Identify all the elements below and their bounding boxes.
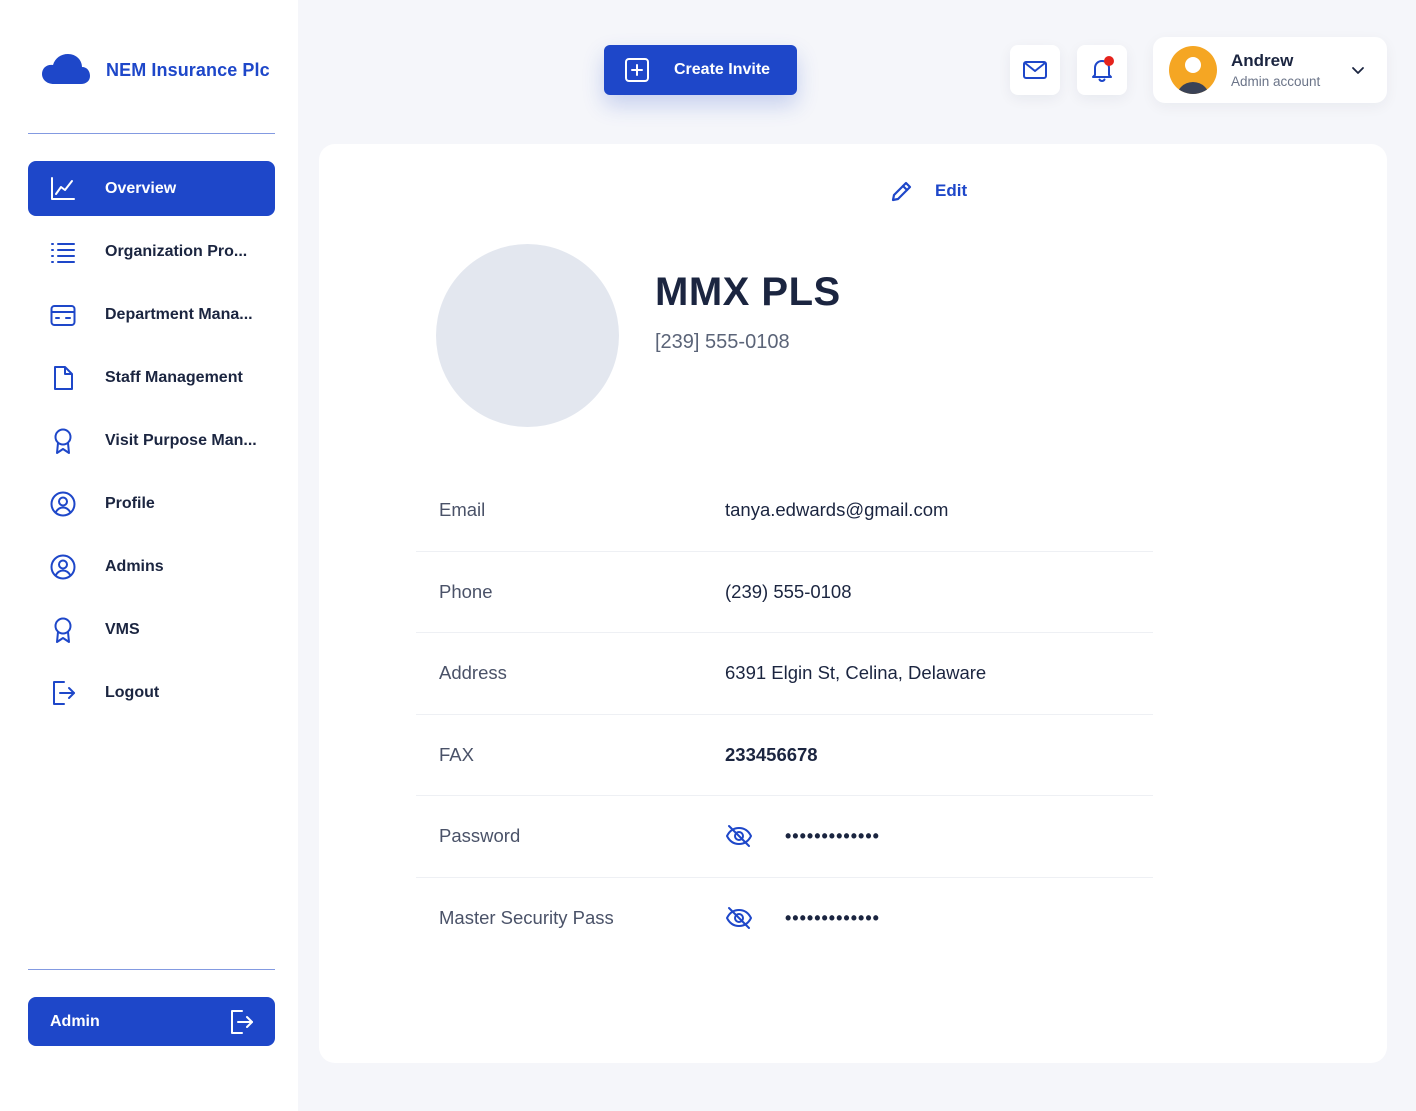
account-role: Admin account (1231, 74, 1321, 89)
masked-dots: ••••••••••••• (785, 825, 880, 846)
details-list: Email tanya.edwards@gmail.com Phone (239… (416, 470, 1153, 959)
sidebar-item-admins[interactable]: Admins (28, 539, 275, 594)
sidebar-item-overview[interactable]: Overview (28, 161, 275, 216)
sidebar-item-organization[interactable]: Organization Pro... (28, 224, 275, 279)
create-invite-label: Create Invite (674, 61, 771, 78)
sidebar-nav: Overview Organization Pro... Department … (28, 161, 275, 728)
brand-logo[interactable]: NEM Insurance Plc (40, 48, 270, 92)
admin-button-label: Admin (50, 1012, 100, 1030)
sidebar: NEM Insurance Plc Overview Organization … (0, 0, 298, 1111)
detail-value: (239) 555-0108 (725, 580, 852, 602)
sidebar-item-label: Logout (105, 683, 160, 701)
avatar (1169, 46, 1217, 94)
detail-row-email: Email tanya.edwards@gmail.com (416, 470, 1153, 552)
plus-square-icon (625, 58, 649, 82)
sidebar-item-label: Profile (105, 494, 155, 512)
sidebar-item-visit-purpose[interactable]: Visit Purpose Man... (28, 413, 275, 468)
detail-value: 233456678 (725, 743, 818, 765)
sidebar-divider (28, 969, 275, 970)
detail-label: Master Security Pass (439, 907, 614, 929)
list-icon (48, 237, 78, 267)
detail-value: 6391 Elgin St, Celina, Delaware (725, 662, 987, 684)
organization-name: MMX PLS (655, 270, 841, 314)
award-icon (48, 426, 78, 456)
sidebar-item-label: Organization Pro... (105, 242, 248, 260)
sidebar-divider (28, 133, 275, 134)
mail-button[interactable] (1010, 45, 1060, 95)
detail-label: FAX (439, 743, 474, 765)
sidebar-item-label: VMS (105, 620, 140, 638)
notification-dot (1104, 56, 1114, 66)
sidebar-item-label: Admins (105, 557, 164, 575)
sidebar-item-label: Overview (105, 179, 177, 197)
sidebar-item-label: Staff Management (105, 368, 243, 386)
detail-value: tanya.edwards@gmail.com (725, 499, 949, 521)
edit-label: Edit (935, 181, 968, 200)
detail-label: Email (439, 499, 486, 521)
master-pass-value: ••••••••••••• (725, 904, 880, 932)
password-value: ••••••••••••• (725, 822, 880, 850)
cloud-icon (42, 54, 90, 84)
sidebar-item-department[interactable]: Department Mana... (28, 287, 275, 342)
user-circle-icon (48, 552, 78, 582)
pencil-icon (891, 181, 912, 202)
account-menu[interactable]: Andrew Admin account (1153, 37, 1387, 103)
admin-button[interactable]: Admin (28, 997, 275, 1046)
organization-phone: [239] 555-0108 (655, 331, 790, 353)
sidebar-item-logout[interactable]: Logout (28, 665, 275, 720)
sidebar-item-label: Visit Purpose Man... (105, 431, 257, 449)
detail-row-master-pass: Master Security Pass ••••••••••••• (416, 878, 1153, 960)
profile-picture-placeholder[interactable] (436, 244, 619, 427)
masked-dots: ••••••••••••• (785, 907, 880, 928)
user-circle-icon (48, 489, 78, 519)
detail-label: Address (439, 662, 507, 684)
detail-label: Password (439, 825, 521, 847)
eye-off-icon[interactable] (725, 904, 753, 932)
edit-button[interactable]: Edit (889, 178, 967, 204)
mail-icon (1023, 61, 1047, 79)
chart-line-icon (48, 174, 78, 204)
detail-row-address: Address 6391 Elgin St, Celina, Delaware (416, 633, 1153, 715)
chevron-down-icon (1352, 67, 1364, 74)
detail-row-fax: FAX 233456678 (416, 715, 1153, 796)
create-invite-button[interactable]: Create Invite (604, 45, 797, 95)
logout-icon (231, 1009, 253, 1034)
sidebar-item-vms[interactable]: VMS (28, 602, 275, 657)
detail-row-phone: Phone (239) 555-0108 (416, 552, 1153, 633)
detail-row-password: Password ••••••••••••• (416, 796, 1153, 878)
card-icon (48, 300, 78, 330)
account-name: Andrew (1231, 51, 1294, 70)
brand-name: NEM Insurance Plc (106, 59, 270, 80)
sidebar-item-staff[interactable]: Staff Management (28, 350, 275, 405)
file-icon (48, 363, 78, 393)
detail-label: Phone (439, 580, 493, 602)
sidebar-item-label: Department Mana... (105, 305, 253, 323)
eye-off-icon[interactable] (725, 822, 753, 850)
award-icon (48, 615, 78, 645)
sidebar-item-profile[interactable]: Profile (28, 476, 275, 531)
logout-icon (48, 678, 78, 708)
notifications-button[interactable] (1077, 45, 1127, 95)
profile-card: Edit MMX PLS [239] 555-0108 Email tanya.… (319, 144, 1387, 1063)
